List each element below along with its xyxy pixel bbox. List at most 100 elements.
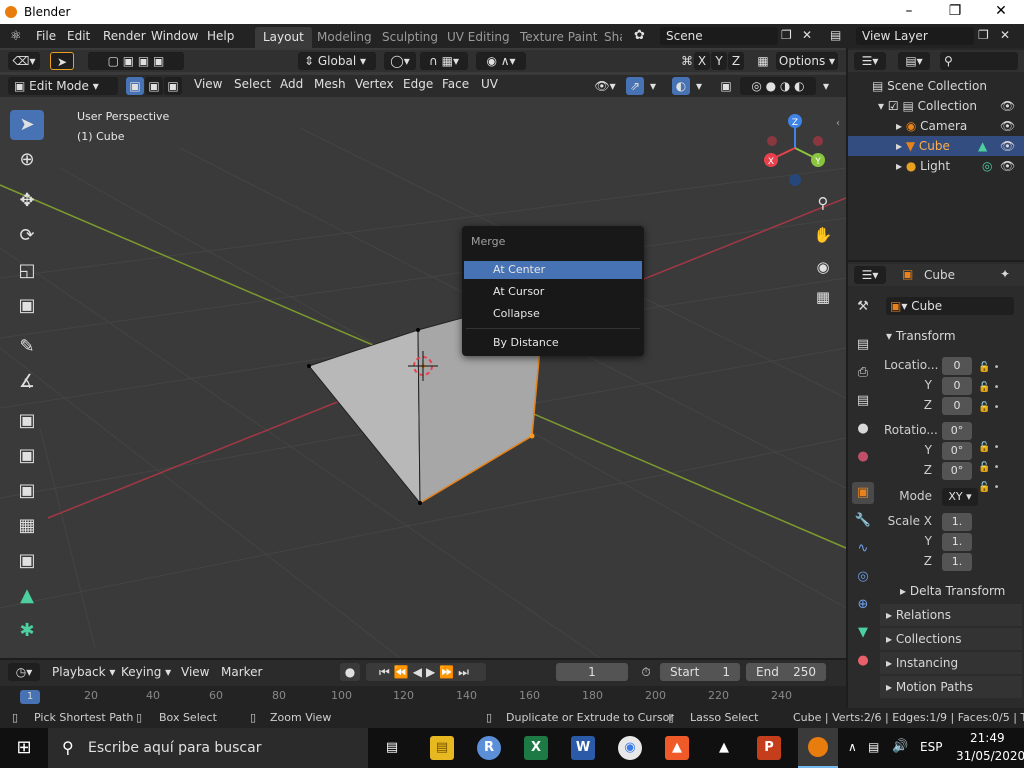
cursor-tool-icon[interactable]: ⊕	[10, 145, 44, 175]
perspective-grid-icon[interactable]: ▦	[812, 288, 834, 310]
loop-cut-tool-icon[interactable]: ▦	[10, 511, 44, 541]
outliner-row-light[interactable]: ▸ ● Light ◎ 👁	[848, 156, 1024, 176]
menu-add[interactable]: Add	[280, 77, 303, 91]
scene-new-icon[interactable]: ❐	[781, 28, 792, 42]
timeline-editor-type-icon[interactable]: ◷▾	[8, 663, 40, 681]
axis-x-toggle[interactable]: X	[694, 52, 710, 70]
r-app-icon[interactable]: R	[477, 736, 501, 760]
knife-tool-icon[interactable]: ▣	[10, 546, 44, 576]
scale-x-field[interactable]: 1.	[942, 513, 972, 531]
location-z-field[interactable]: 0	[942, 397, 972, 415]
tab-modeling[interactable]: Modeling	[309, 27, 380, 48]
start-frame-field[interactable]: Start 1	[660, 663, 740, 681]
network-icon[interactable]: ▤	[868, 740, 879, 754]
properties-editor-type-icon[interactable]: ☰▾	[854, 266, 886, 284]
view-layer-tab-icon[interactable]: ▤	[852, 390, 874, 412]
show-hidden-icons[interactable]: ∧	[848, 740, 857, 754]
3d-viewport[interactable]: Z Y X ⌫▾ ➤ ▢ ▣ ▣ ▣ ⇕ Global ▾ ◯▾ ∩ ▦▾ ◉ …	[0, 48, 846, 658]
maximize-button[interactable]: ❐	[932, 0, 978, 24]
vertex-select-mode-icon[interactable]: ▣	[126, 77, 144, 95]
menu-mesh[interactable]: Mesh	[314, 77, 346, 91]
menu-playback[interactable]: Playback ▾	[52, 665, 115, 679]
scene-name-field[interactable]: Scene	[660, 27, 778, 45]
transform-section-header[interactable]: ▾ Transform	[880, 325, 1022, 347]
select-mode-buttons[interactable]: ▢ ▣ ▣ ▣	[88, 52, 184, 70]
location-y-field[interactable]: 0	[942, 377, 972, 395]
rotation-z-field[interactable]: 0°	[942, 462, 972, 480]
collections-section[interactable]: ▸ Collections	[880, 628, 1022, 650]
merge-by-distance-item[interactable]: By Distance	[464, 334, 642, 352]
tab-texture-paint[interactable]: Texture Paint	[512, 27, 605, 48]
outliner-row-collection[interactable]: ▾ ☑ ▤ Collection 👁	[848, 96, 1024, 116]
record-icon[interactable]: ●	[340, 663, 360, 681]
extrude-tool-icon[interactable]: ▣	[10, 406, 44, 436]
language-indicator[interactable]: ESP	[920, 740, 942, 754]
annotate-tool-icon[interactable]: ✎	[10, 332, 44, 362]
current-frame-field[interactable]: 1	[556, 663, 628, 681]
editor-type-icon[interactable]: ⌫▾	[8, 52, 40, 70]
menu-view[interactable]: View	[194, 77, 222, 91]
merge-collapse-item[interactable]: Collapse	[464, 305, 642, 323]
data-tab-icon[interactable]: ▼	[852, 622, 874, 644]
scene-tab-icon[interactable]: ●	[852, 418, 874, 440]
relations-section[interactable]: ▸ Relations	[880, 604, 1022, 626]
outliner-search-icon[interactable]: ⚲	[940, 52, 1018, 70]
playback-controls[interactable]: ⏮⏪◀▶⏩⏭	[366, 663, 486, 681]
lock-icons[interactable]: 🔓 • 🔓 • 🔓 • 🔓 • 🔓 • 🔓 •	[978, 358, 1000, 498]
pan-hand-icon[interactable]: ✋	[812, 226, 834, 248]
render-tab-icon[interactable]: ▤	[852, 334, 874, 356]
eye-icon[interactable]: 👁	[1000, 116, 1015, 136]
transform-tool-icon[interactable]: ▣	[10, 291, 44, 321]
face-select-mode-icon[interactable]: ▣	[164, 77, 182, 95]
menu-face[interactable]: Face	[442, 77, 469, 91]
axis-y-toggle[interactable]: Y	[711, 52, 727, 70]
axis-z-toggle[interactable]: Z	[728, 52, 744, 70]
scene-icon[interactable]: ✿	[634, 28, 645, 43]
display-mode-icon[interactable]: ▤▾	[898, 52, 930, 70]
taskbar-search-box[interactable]: ⚲ Escribe aquí para buscar	[48, 728, 368, 768]
snap-icon[interactable]: ∩ ▦▾	[420, 52, 468, 70]
menu-edit[interactable]: Edit	[67, 29, 90, 43]
outliner-scene-collection[interactable]: ▤ Scene Collection	[848, 76, 1024, 96]
menu-marker[interactable]: Marker	[221, 665, 262, 679]
eye-icon[interactable]: 👁	[1000, 136, 1015, 156]
view-layer-field[interactable]: View Layer	[856, 27, 974, 45]
chrome-icon[interactable]: ◉	[618, 736, 642, 760]
vertex[interactable]	[418, 501, 422, 505]
volume-icon[interactable]: 🔊	[892, 739, 908, 754]
scale-z-field[interactable]: 1.	[942, 553, 972, 571]
menu-vertex[interactable]: Vertex	[355, 77, 394, 91]
merge-at-cursor-item[interactable]: At Cursor	[464, 283, 642, 301]
visibility-icon[interactable]: 👁▾	[590, 77, 620, 95]
transform-orientation-dropdown[interactable]: ⇕ Global ▾	[298, 52, 376, 70]
menu-help[interactable]: Help	[207, 29, 234, 43]
excel-icon[interactable]: X	[524, 736, 548, 760]
scale-tool-icon[interactable]: ◱	[10, 256, 44, 286]
tool-tab-icon[interactable]: ⚒	[852, 296, 874, 318]
vertex[interactable]	[307, 364, 311, 368]
stopwatch-icon[interactable]: ⏱	[636, 663, 656, 681]
checkbox-icon[interactable]: ☑	[888, 99, 899, 113]
menu-render[interactable]: Render	[103, 29, 146, 43]
photos-app-icon[interactable]: ▲	[712, 736, 736, 760]
vertex[interactable]	[416, 328, 420, 332]
shading-dropdown-icon[interactable]: ▾	[818, 77, 834, 95]
select-tool-icon[interactable]: ➤	[50, 52, 74, 70]
bevel-tool-icon[interactable]: ▣	[10, 476, 44, 506]
scene-remove-icon[interactable]: ✕	[802, 28, 812, 42]
scale-y-field[interactable]: 1.	[942, 533, 972, 551]
gizmo-toggle-icon[interactable]: ⇗	[626, 77, 644, 95]
inset-tool-icon[interactable]: ▣	[10, 441, 44, 471]
instancing-section[interactable]: ▸ Instancing	[880, 652, 1022, 674]
poly-build-tool-icon[interactable]: ▲	[10, 581, 44, 611]
measure-tool-icon[interactable]: ∡	[10, 367, 44, 397]
view-layer-remove-icon[interactable]: ✕	[1000, 28, 1010, 42]
pin-icon[interactable]: ✦	[1000, 267, 1010, 281]
view-layer-new-icon[interactable]: ❐	[978, 28, 989, 42]
particles-tab-icon[interactable]: ∿	[852, 538, 874, 560]
overlay-dropdown-icon[interactable]: ▾	[692, 77, 706, 95]
windows-start-icon[interactable]: ⊞	[12, 736, 36, 760]
outliner-row-camera[interactable]: ▸ ◉ Camera 👁	[848, 116, 1024, 136]
motion-paths-section[interactable]: ▸ Motion Paths	[880, 676, 1022, 698]
end-frame-field[interactable]: End 250	[746, 663, 826, 681]
